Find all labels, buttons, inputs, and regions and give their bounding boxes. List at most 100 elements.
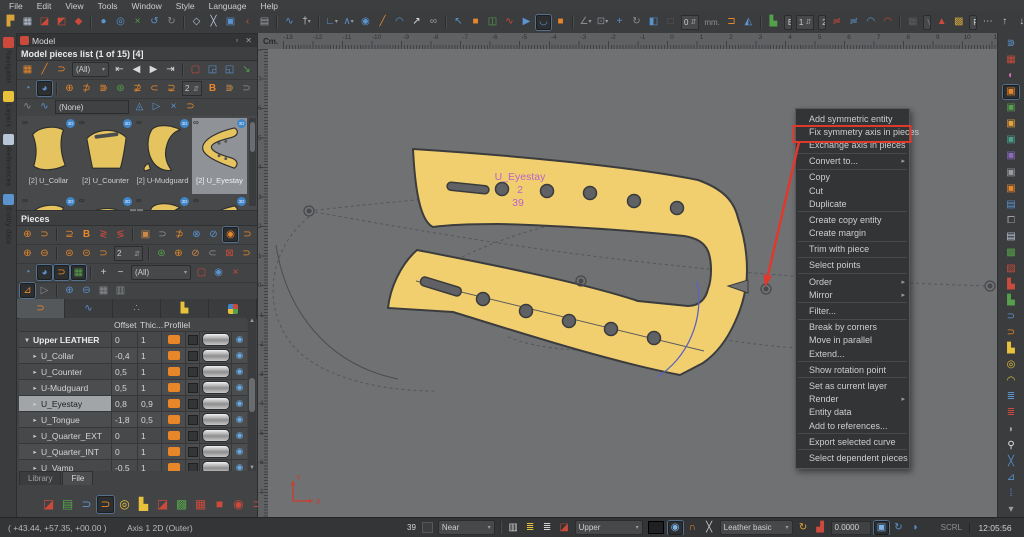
shoe-red-icon[interactable]: ▙ xyxy=(1003,278,1019,292)
pieces-pair-icon[interactable]: ◭ xyxy=(741,15,756,30)
ruler-piece-icon[interactable]: ⊿ xyxy=(1003,471,1019,485)
grid-del-icon[interactable]: ▥ xyxy=(113,283,128,298)
bind-piece-icon[interactable]: B xyxy=(79,227,94,242)
save-icon[interactable]: ▦ xyxy=(20,15,35,30)
pages-icon[interactable]: ▤ xyxy=(1003,230,1019,244)
undo-icon[interactable]: ↺ xyxy=(147,15,162,30)
shoe-green-icon[interactable]: ▙ xyxy=(1003,294,1019,308)
open-file-icon[interactable]: ▛ xyxy=(3,15,18,30)
view-2d-icon[interactable]: ◲ xyxy=(205,62,220,77)
window-lock-icon[interactable]: ▣ xyxy=(1003,182,1019,196)
menu-item-break-by-corners[interactable]: Break by corners xyxy=(796,321,909,334)
tools-icon[interactable]: ╳ xyxy=(702,521,717,535)
curve-red-icon[interactable]: ∿ xyxy=(502,15,517,30)
up-icon[interactable]: ↑ xyxy=(997,15,1012,30)
pieces-texture-icon[interactable]: ▦ xyxy=(71,265,86,280)
measure-icon[interactable]: ⊿ xyxy=(20,283,35,298)
side-tab-navigator[interactable]: Navigator xyxy=(3,37,14,84)
bottom-stamp-icon[interactable]: ■ xyxy=(211,496,228,513)
punch-yellow-icon[interactable]: ◎ xyxy=(1003,358,1019,372)
row-checkbox[interactable] xyxy=(188,383,198,393)
thumbnail-scrollbar[interactable] xyxy=(249,118,256,206)
refresh-blue-icon[interactable]: ↻ xyxy=(891,521,906,535)
strip-more-icon[interactable]: ▾ xyxy=(1003,503,1019,517)
menu-item-move-in-parallel[interactable]: Move in parallel xyxy=(796,334,909,347)
menu-item-select-dependent-pieces[interactable]: Select dependent pieces xyxy=(796,451,909,464)
tab-colors[interactable] xyxy=(209,299,257,318)
sole-icon[interactable]: ◗ xyxy=(908,521,923,535)
table-row-u_quarter_ext[interactable]: ▸U_Quarter_EXT01◉ xyxy=(19,428,247,444)
exchange-piece-icon[interactable]: ≶ xyxy=(113,227,128,242)
center-snap-icon[interactable]: ⊡▾ xyxy=(595,15,610,30)
side-tab-layers[interactable]: Layers xyxy=(3,91,14,127)
clipboard-icon[interactable]: ▤ xyxy=(257,15,272,30)
menu-file[interactable]: File xyxy=(2,1,30,11)
delete-icon[interactable]: × xyxy=(130,15,145,30)
moon-curve-icon[interactable]: ◡ xyxy=(536,15,551,30)
sole-flag-4-icon[interactable]: ◠ xyxy=(880,15,895,30)
hide-icon[interactable]: × xyxy=(228,265,243,280)
refresh-material-icon[interactable]: ↻ xyxy=(796,521,811,535)
layers-light-icon[interactable]: ≣ xyxy=(540,521,555,535)
stamp-red-icon[interactable]: ▨ xyxy=(1003,262,1019,276)
piece-thumbnail-2u_eyestay[interactable]: ∞3D[2] U_Eyestay xyxy=(192,118,247,194)
texture-green-icon[interactable]: ▩ xyxy=(1003,246,1019,260)
reference-box[interactable]: (None) xyxy=(55,100,129,114)
trim-icon[interactable]: ╳ xyxy=(206,15,221,30)
tab-areas[interactable]: ▙ xyxy=(161,299,209,318)
blue-box-icon[interactable]: ▣ xyxy=(874,521,889,535)
piece-shift-icon[interactable]: ⊋ xyxy=(164,81,179,96)
first-piece-icon[interactable]: ⇤ xyxy=(112,62,127,77)
pointer-icon[interactable]: ▷ xyxy=(149,100,164,115)
profile-icon[interactable] xyxy=(168,447,180,456)
palette-icon[interactable]: ▩ xyxy=(951,15,966,30)
layer-select[interactable]: Upper▾ xyxy=(575,520,643,535)
row-checkbox[interactable] xyxy=(188,367,198,377)
grid-red-icon[interactable]: ▦ xyxy=(1003,53,1019,67)
view-2d-add-icon[interactable]: ◱ xyxy=(222,62,237,77)
axis-dotted-icon[interactable]: ⁞ xyxy=(1003,487,1019,501)
sole-flag-2-icon[interactable]: ≓ xyxy=(846,15,861,30)
menu-item-mirror[interactable]: Mirror▸ xyxy=(796,288,909,301)
menu-item-add-to-references[interactable]: Add to references... xyxy=(796,419,909,432)
lock-2-icon[interactable]: ■ xyxy=(553,15,568,30)
menu-style[interactable]: Style xyxy=(169,1,202,11)
bottom-doc-icon[interactable]: ▤ xyxy=(59,496,76,513)
margin-icon[interactable]: ⊐ xyxy=(724,15,739,30)
point-add-icon[interactable]: ⊕ xyxy=(62,283,77,298)
piece-red-icon[interactable]: ◪ xyxy=(557,521,572,535)
row-checkbox[interactable] xyxy=(188,351,198,361)
arc-icon[interactable]: ◠ xyxy=(392,15,407,30)
offset-spinner[interactable]: 0⇵ xyxy=(681,15,699,30)
piece-n-icon[interactable]: ⊃ xyxy=(96,246,111,261)
menu-item-show-rotation-point[interactable]: Show rotation point xyxy=(796,363,909,376)
model-red-2-icon[interactable]: ◩ xyxy=(54,15,69,30)
scissors-icon[interactable]: ╳ xyxy=(1003,455,1019,469)
window-star-icon[interactable]: ▤ xyxy=(1003,198,1019,212)
size-checkbox[interactable] xyxy=(422,522,433,533)
eraser-icon[interactable]: ◇ xyxy=(189,15,204,30)
visibility-eye-icon[interactable]: ◉ xyxy=(231,396,247,411)
piece-thumbnail-2u_collar[interactable]: ∞3D[2] U_Collar xyxy=(21,118,76,194)
menu-item-entity-data[interactable]: Entity data xyxy=(796,406,909,419)
menu-edit[interactable]: Edit xyxy=(30,1,59,11)
table-row-u_counter[interactable]: ▸U_Counter0,51◉ xyxy=(19,364,247,380)
color-swatch-icon[interactable]: ◧ xyxy=(646,15,661,30)
copy-pages-icon[interactable]: ⧠ xyxy=(1003,214,1019,228)
material-select[interactable]: Leather basic▾ xyxy=(720,520,793,535)
table-row-u_quarter_int[interactable]: ▸U_Quarter_INT01◉ xyxy=(19,444,247,460)
zoom-icon[interactable]: ◎ xyxy=(113,15,128,30)
sole-flag-3-icon[interactable]: ◠ xyxy=(863,15,878,30)
lock-entity-icon[interactable]: ■ xyxy=(468,15,483,30)
visibility-eye-icon[interactable]: ◉ xyxy=(231,412,247,427)
sole-blue-icon[interactable]: ⊃ xyxy=(1003,310,1019,324)
menu-item-export-selected-curve[interactable]: Export selected curve xyxy=(796,435,909,448)
copy-piece-icon[interactable]: ⊇ xyxy=(62,227,77,242)
piece-gray-icon[interactable]: ⊂ xyxy=(205,246,220,261)
row-checkbox[interactable] xyxy=(188,463,198,472)
ref-piece-icon[interactable]: ⊃ xyxy=(155,227,170,242)
table-row-u_eyestay[interactable]: ▸U_Eyestay0,80,9◉ xyxy=(19,396,247,412)
menu-item-create-copy-entity[interactable]: Create copy entity xyxy=(796,213,909,226)
bulb-icon[interactable]: ⚲ xyxy=(1003,439,1019,453)
piece-count-spinner[interactable]: 2⇵ xyxy=(182,81,202,96)
